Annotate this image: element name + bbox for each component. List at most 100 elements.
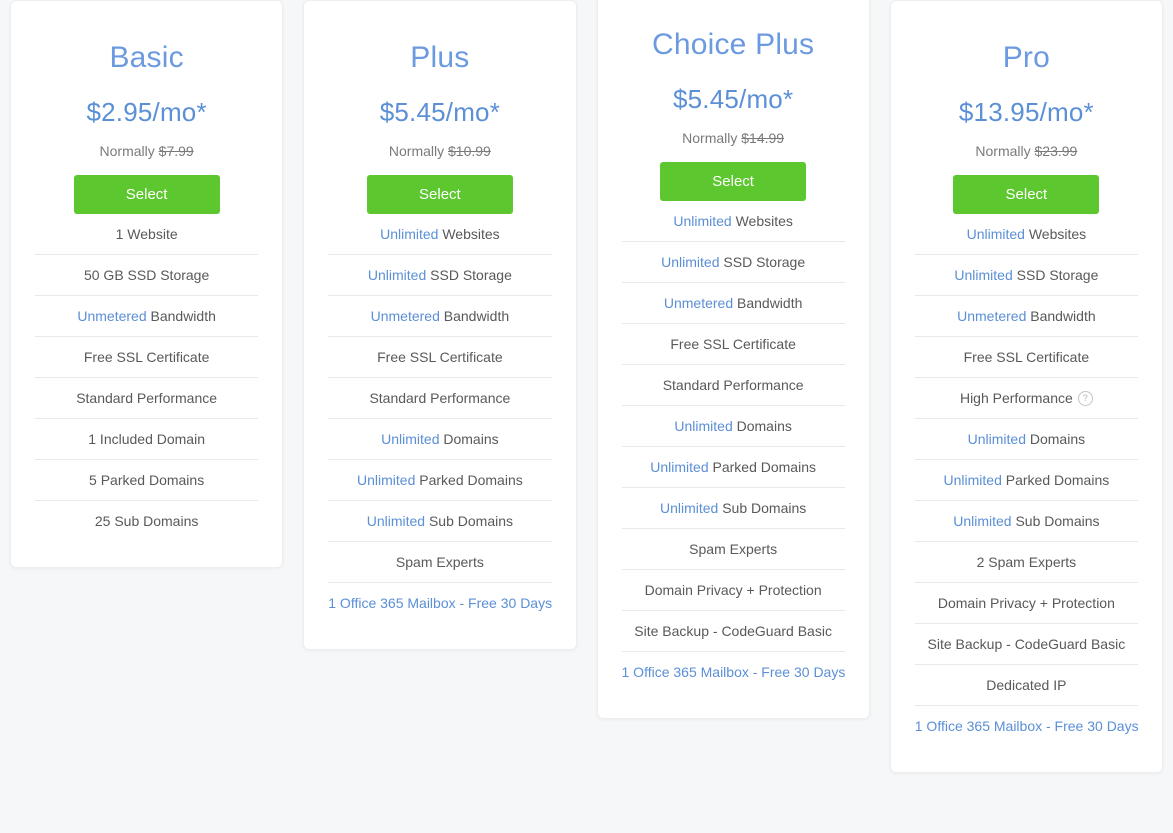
- feature-highlight: Unlimited: [967, 431, 1026, 447]
- feature-item: Standard Performance: [621, 365, 845, 406]
- plan-column: Basic $2.95/mo* Normally $7.99 Select 1 Webs…: [0, 0, 293, 568]
- plan-card: Pro $13.95/mo* Normally $23.99 Select Unlimi…: [889, 0, 1163, 773]
- plan-title: Plus: [410, 41, 470, 74]
- feature-item: Unlimited SSD Storage: [328, 255, 552, 296]
- feature-item: Unlimited Websites: [914, 214, 1138, 255]
- normally-label: Normally: [682, 130, 738, 146]
- feature-item: Unlimited Sub Domains: [328, 501, 552, 542]
- feature-item: 1 Website: [35, 214, 259, 255]
- normal-price-strikethrough: $14.99: [741, 130, 785, 146]
- feature-item: Free SSL Certificate: [914, 337, 1138, 378]
- feature-item: High Performance?: [914, 378, 1138, 419]
- feature-item: Unlimited Parked Domains: [621, 447, 845, 488]
- feature-text: Standard Performance: [76, 390, 218, 406]
- feature-item: Unlimited Domains: [914, 419, 1138, 460]
- feature-text: SSD Storage: [719, 254, 806, 270]
- feature-highlight: Unlimited: [357, 472, 416, 488]
- plan-body: Choice Plus $5.45/mo* Normally $14.99 Selec…: [598, 0, 869, 692]
- feature-text: 1 Office 365 Mailbox - Free 30 Days: [914, 718, 1139, 734]
- normally-label: Normally: [388, 143, 445, 159]
- feature-text: Spam Experts: [395, 554, 484, 570]
- feature-highlight: Unlimited: [966, 226, 1025, 242]
- feature-item: Dedicated IP: [914, 665, 1138, 706]
- feature-text: 2 Spam Experts: [976, 554, 1077, 570]
- feature-item: Unlimited Websites: [328, 214, 552, 255]
- feature-item: 2 Spam Experts: [914, 542, 1138, 583]
- feature-link-item[interactable]: 1 Office 365 Mailbox - Free 30 Days: [622, 652, 846, 692]
- feature-item: Domain Privacy + Protection: [621, 570, 845, 611]
- feature-text: Websites: [438, 226, 500, 242]
- feature-text: Bandwidth: [439, 308, 510, 324]
- feature-text: Standard Performance: [662, 377, 804, 393]
- feature-text: 1 Included Domain: [88, 431, 205, 447]
- plan-title: Choice Plus: [651, 28, 815, 61]
- feature-item: 50 GB SSD Storage: [35, 255, 259, 296]
- feature-item: Unlimited Sub Domains: [621, 488, 845, 529]
- feature-item: Unmetered Bandwidth: [621, 283, 845, 324]
- plan-column: Plus $5.45/mo* Normally $10.99 Select Unlimi…: [293, 0, 586, 650]
- select-button[interactable]: Select: [953, 175, 1100, 214]
- feature-item: Spam Experts: [328, 542, 552, 583]
- feature-text: SSD Storage: [426, 267, 512, 283]
- plan-body: Plus $5.45/mo* Normally $10.99 Select Unlimi…: [304, 1, 575, 623]
- feature-highlight: Unmetered: [957, 308, 1027, 324]
- feature-item: Unlimited Websites: [621, 201, 845, 242]
- feature-text: Parked Domains: [415, 472, 523, 488]
- feature-link-item[interactable]: 1 Office 365 Mailbox - Free 30 Days: [914, 706, 1139, 746]
- help-circle-icon[interactable]: ?: [1077, 390, 1093, 406]
- plan-card: Plus $5.45/mo* Normally $10.99 Select Unlimi…: [303, 0, 577, 650]
- plan-column: Pro $13.95/mo* Normally $23.99 Select Unlimi…: [880, 0, 1173, 773]
- select-button-wrapper: Select: [598, 145, 869, 201]
- feature-text: High Performance: [959, 390, 1073, 406]
- normal-price-strikethrough: $7.99: [158, 143, 194, 159]
- select-button[interactable]: Select: [73, 175, 220, 214]
- feature-text: Sub Domains: [1011, 513, 1100, 529]
- feature-item: 25 Sub Domains: [35, 501, 258, 541]
- feature-item: Site Backup - CodeGuard Basic: [914, 624, 1138, 665]
- feature-item: Free SSL Certificate: [328, 337, 552, 378]
- plan-body: Pro $13.95/mo* Normally $23.99 Select Unlimi…: [891, 1, 1162, 746]
- feature-item: 1 Included Domain: [35, 419, 259, 460]
- feature-text: Domains: [732, 418, 792, 434]
- plan-column: RecommendedChoice Plus$5.45/mo*Normally …: [587, 0, 880, 719]
- feature-text: 1 Office 365 Mailbox - Free 30 Days: [328, 595, 553, 611]
- plan-normal-price: Normally $7.99: [11, 125, 282, 158]
- feature-text: Sub Domains: [718, 500, 807, 516]
- feature-highlight: Unlimited: [674, 418, 733, 434]
- plan-price: $13.95/mo*: [958, 97, 1094, 127]
- feature-highlight: Unlimited: [673, 213, 732, 229]
- feature-text: Parked Domains: [1001, 472, 1110, 488]
- feature-text: 25 Sub Domains: [94, 513, 199, 529]
- select-button[interactable]: Select: [366, 175, 513, 214]
- feature-text: Bandwidth: [146, 308, 216, 324]
- feature-text: Websites: [731, 213, 793, 229]
- feature-item: Unmetered Bandwidth: [328, 296, 552, 337]
- feature-text: Domains: [1025, 431, 1086, 447]
- feature-text: Standard Performance: [369, 390, 511, 406]
- feature-list: Unlimited Websites Unlimited SSD Storage U…: [598, 201, 869, 692]
- feature-highlight: Unlimited: [650, 459, 709, 475]
- feature-text: Sub Domains: [425, 513, 514, 529]
- feature-highlight: Unmetered: [77, 308, 147, 324]
- feature-text: Free SSL Certificate: [963, 349, 1090, 365]
- feature-text: Dedicated IP: [986, 677, 1067, 693]
- feature-text: Parked Domains: [708, 459, 816, 475]
- feature-highlight: Unlimited: [661, 254, 720, 270]
- feature-item: Free SSL Certificate: [621, 324, 845, 365]
- feature-text: Site Backup - CodeGuard Basic: [634, 623, 832, 639]
- plan-price: $5.45/mo*: [379, 97, 501, 127]
- feature-highlight: Unlimited: [953, 513, 1012, 529]
- feature-item: Site Backup - CodeGuard Basic: [621, 611, 845, 652]
- feature-highlight: Unlimited: [659, 500, 719, 516]
- feature-highlight: Unlimited: [380, 226, 439, 242]
- plan-title: Pro: [1002, 41, 1051, 74]
- feature-text: Domains: [439, 431, 499, 447]
- feature-item: Unlimited Domains: [621, 406, 845, 447]
- select-button-wrapper: Select: [304, 158, 575, 214]
- feature-item: Unmetered Bandwidth: [914, 296, 1138, 337]
- feature-link-item[interactable]: 1 Office 365 Mailbox - Free 30 Days: [328, 583, 553, 623]
- feature-highlight: Unmetered: [370, 308, 440, 324]
- feature-highlight: Unlimited: [381, 431, 440, 447]
- feature-item: Standard Performance: [35, 378, 259, 419]
- select-button[interactable]: Select: [660, 162, 807, 201]
